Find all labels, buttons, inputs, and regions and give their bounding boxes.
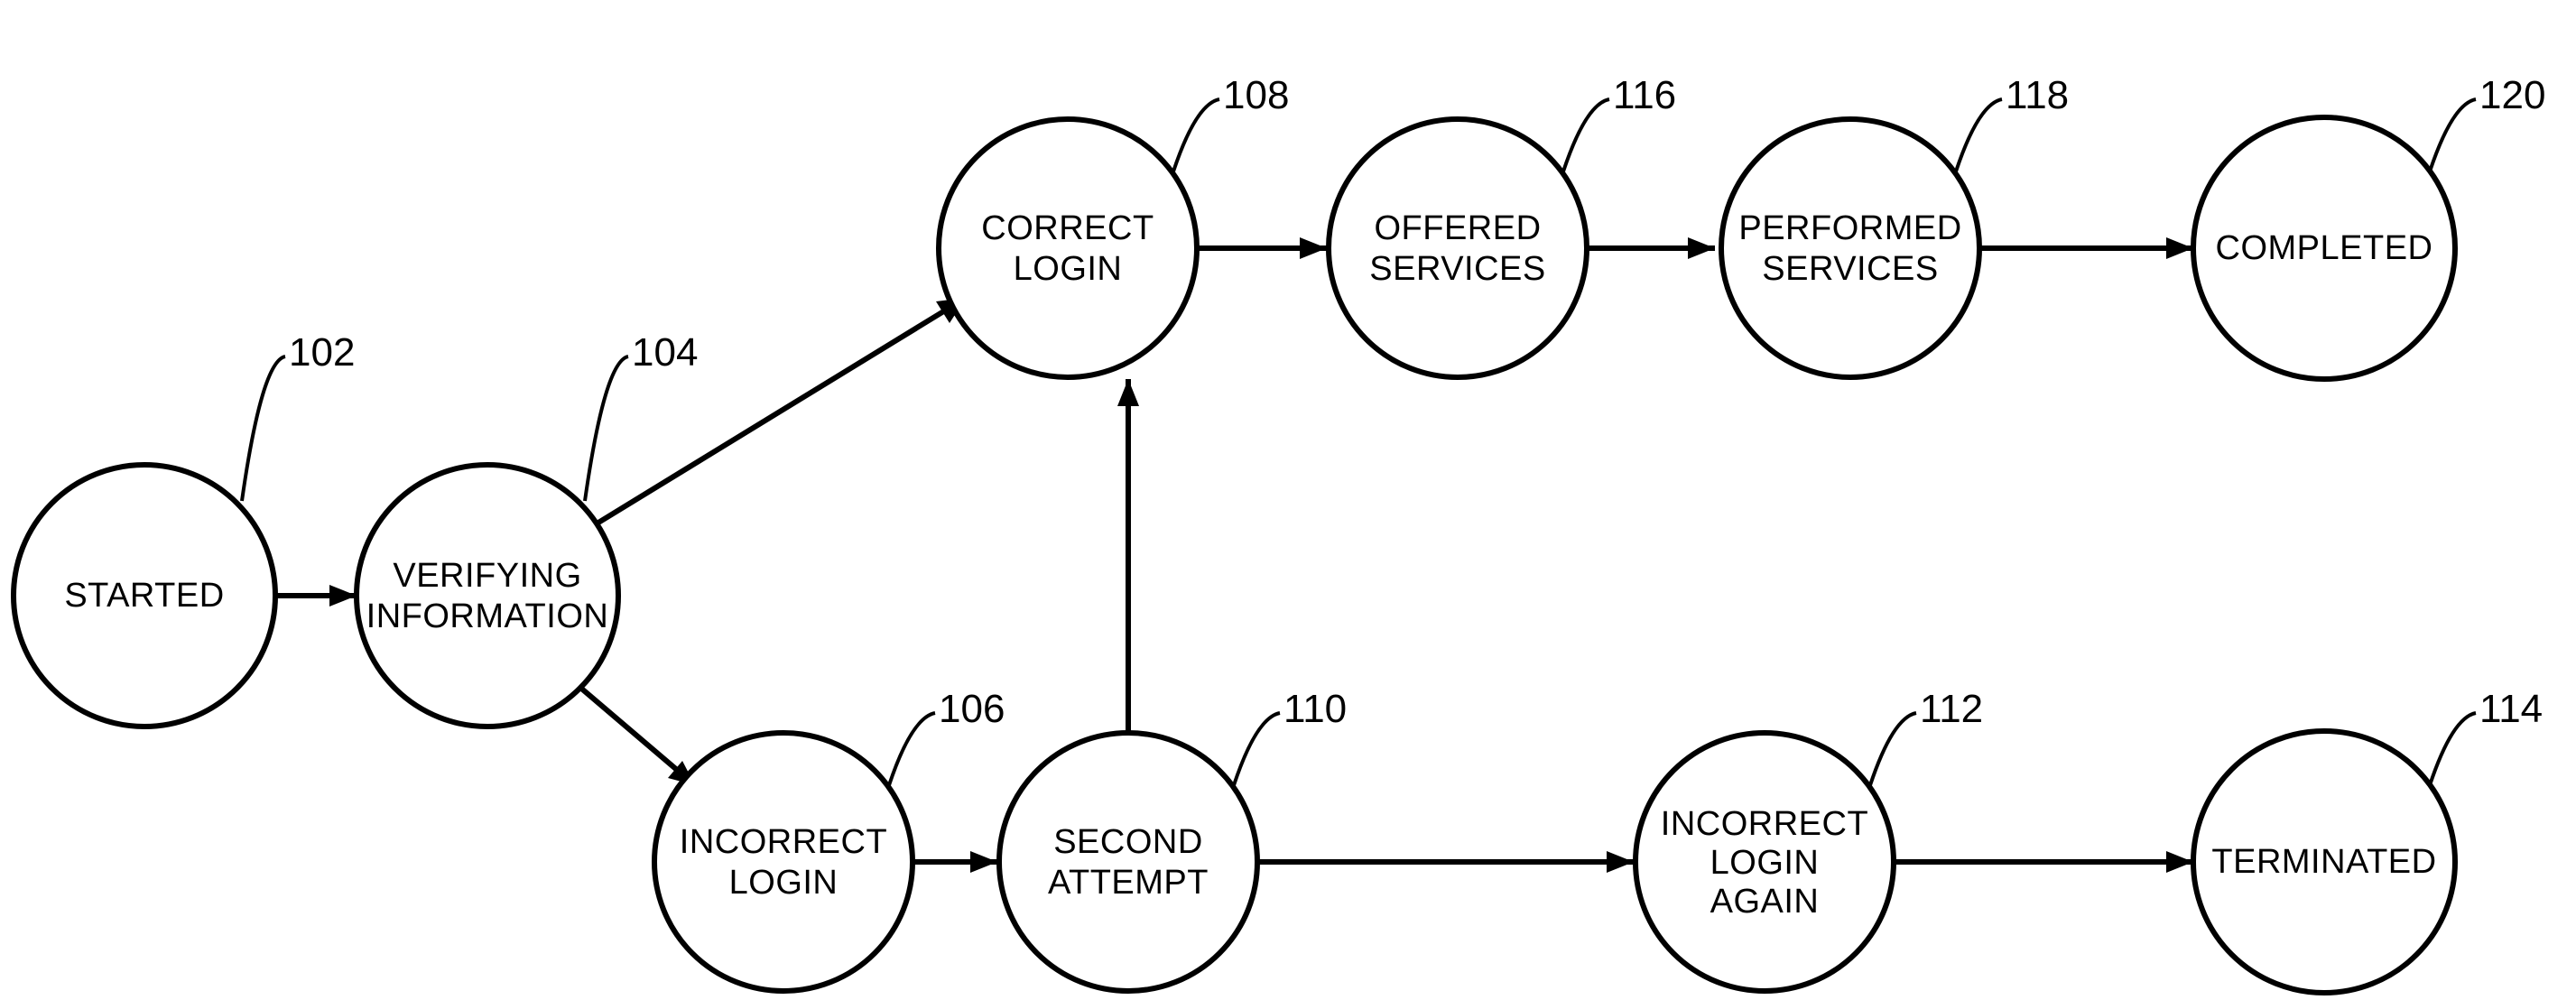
edge-secondattempt-incorrectagain — [1259, 851, 1634, 873]
node-started-label: STARTED — [64, 577, 224, 615]
node-verifying: VERIFYING INFORMATION 104 — [357, 330, 698, 727]
edge-correctlogin-offeredservices — [1196, 237, 1327, 259]
node-incorrectlogin-ref: 106 — [939, 687, 1005, 731]
node-second-attempt: SECOND ATTEMPT 110 — [999, 687, 1347, 991]
node-verifying-ref: 104 — [632, 330, 698, 375]
edge-incorrectagain-terminated — [1895, 851, 2193, 873]
edge-verifying-incorrectlogin — [573, 681, 695, 785]
node-incorrectagain-ref: 112 — [1920, 687, 1983, 731]
node-offered-ref: 116 — [1613, 73, 1676, 117]
edge-offeredservices-performedservices — [1589, 237, 1715, 259]
node-offered-l2: SERVICES — [1369, 250, 1545, 288]
node-incorrect-login: INCORRECT LOGIN 106 — [654, 687, 1005, 991]
node-completed-label: COMPLETED — [2216, 229, 2433, 267]
node-incorrectagain-l3: AGAIN — [1710, 883, 1820, 921]
edge-secondattempt-correctlogin — [1117, 379, 1139, 736]
edge-started-verifying — [275, 585, 357, 606]
node-correctlogin-l2: LOGIN — [1014, 250, 1123, 288]
node-performed-ref: 118 — [2006, 73, 2069, 117]
node-secondattempt-l2: ATTEMPT — [1048, 864, 1209, 902]
node-performed-l2: SERVICES — [1762, 250, 1938, 288]
node-terminated: TERMINATED 114 — [2193, 687, 2543, 993]
node-started-ref: 102 — [289, 330, 355, 375]
node-performed-services: PERFORMED SERVICES 118 — [1721, 73, 2069, 377]
node-incorrectlogin-l1: INCORRECT — [680, 823, 887, 861]
node-performed-l1: PERFORMED — [1738, 209, 1961, 247]
node-offered-l1: OFFERED — [1374, 209, 1541, 247]
node-completed: COMPLETED 120 — [2193, 73, 2545, 379]
node-correctlogin-ref: 108 — [1223, 73, 1289, 117]
node-offered-services: OFFERED SERVICES 116 — [1329, 73, 1676, 377]
edge-incorrectlogin-secondattempt — [912, 851, 997, 873]
node-terminated-ref: 114 — [2479, 687, 2543, 731]
node-terminated-label: TERMINATED — [2211, 843, 2436, 881]
node-correct-login: CORRECT LOGIN 108 — [939, 73, 1289, 377]
node-incorrectagain-l2: LOGIN — [1710, 844, 1820, 882]
node-completed-ref: 120 — [2479, 73, 2545, 117]
node-incorrectagain-l1: INCORRECT — [1661, 805, 1868, 843]
node-incorrect-again: INCORRECT LOGIN AGAIN 112 — [1635, 687, 1983, 991]
state-diagram: STARTED 102 VERIFYING INFORMATION 104 IN… — [0, 0, 2576, 1000]
node-verifying-l1: VERIFYING — [393, 557, 581, 595]
node-secondattempt-ref: 110 — [1283, 687, 1347, 731]
node-correctlogin-l1: CORRECT — [981, 209, 1154, 247]
node-started: STARTED 102 — [14, 330, 355, 727]
edge-performedservices-completed — [1981, 237, 2193, 259]
node-verifying-l2: INFORMATION — [366, 597, 609, 635]
node-secondattempt-l1: SECOND — [1053, 823, 1203, 861]
node-incorrectlogin-l2: LOGIN — [729, 864, 839, 902]
